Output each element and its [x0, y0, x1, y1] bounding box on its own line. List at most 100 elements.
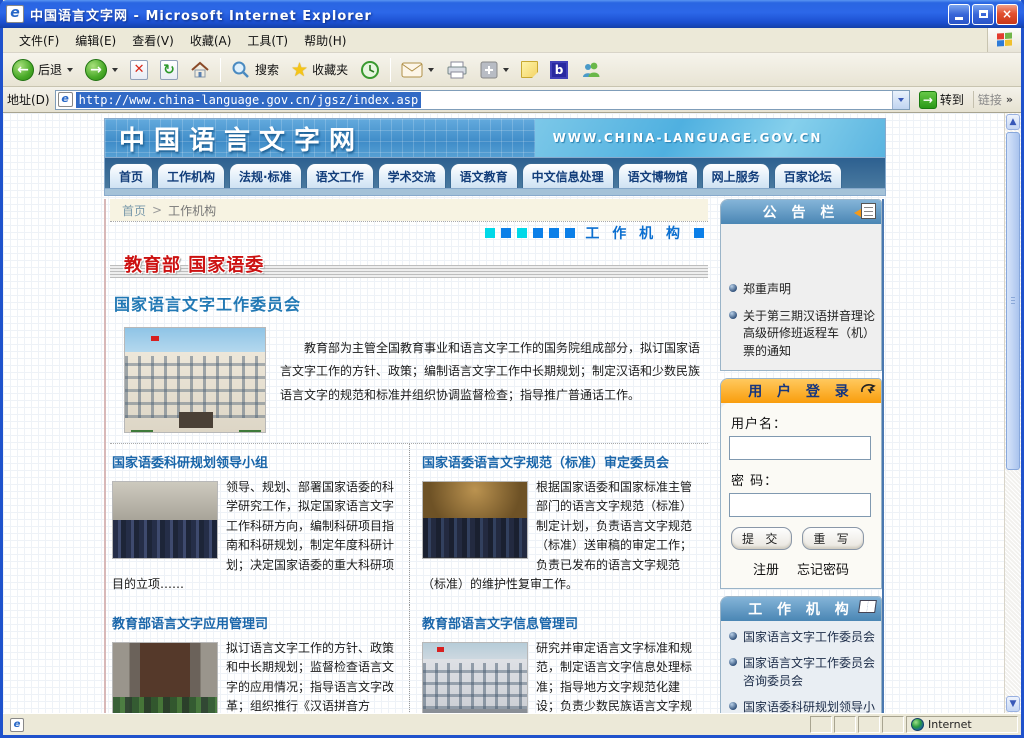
vertical-scrollbar[interactable]: ▲ ▼ — [1004, 113, 1021, 713]
password-input[interactable] — [729, 493, 871, 517]
org-title[interactable]: 教育部语言文字应用管理司 — [112, 613, 399, 632]
tab-regulations[interactable]: 法规·标准 — [229, 163, 302, 188]
mail-button[interactable] — [396, 60, 439, 80]
tab-info-processing[interactable]: 中文信息处理 — [522, 163, 614, 188]
search-button[interactable]: 搜索 — [226, 58, 284, 82]
photo-standards-committee — [422, 481, 528, 559]
stop-button[interactable]: ✕ — [125, 58, 153, 82]
scrollbar-thumb[interactable] — [1006, 132, 1020, 470]
tab-online-service[interactable]: 网上服务 — [702, 163, 770, 188]
forgot-password-link[interactable]: 忘记密码 — [797, 559, 849, 578]
org-cell: 教育部语言文字信息管理司 研究并审定语言文字标准和规范，制定语言文字信息处理标准… — [409, 605, 708, 713]
sidebar: 公 告 栏 郑重声明 关于第三期汉语拼音理论高级研修班返 — [720, 199, 884, 713]
heading-ministry: 教育部 国家语委 — [110, 251, 708, 281]
submit-button[interactable]: 提 交 — [731, 527, 792, 550]
announcement-item[interactable]: 郑重声明 — [729, 281, 875, 298]
mail-dropdown-icon[interactable] — [428, 68, 434, 72]
org-link[interactable]: 国家语言文字工作委员会 — [729, 629, 875, 646]
close-button[interactable]: × — [996, 4, 1018, 25]
home-button[interactable] — [185, 58, 215, 82]
favorites-star-icon: ★ — [291, 61, 308, 79]
scroll-up-button[interactable]: ▲ — [1006, 114, 1020, 130]
tab-museum[interactable]: 语文博物馆 — [618, 163, 698, 188]
notes-button[interactable] — [516, 59, 543, 80]
status-cell — [834, 716, 856, 733]
org-link[interactable]: 国家语言文字工作委员会咨询委员会 — [729, 655, 875, 690]
menu-file[interactable]: 文件(F) — [11, 29, 67, 52]
org-title[interactable]: 国家语委语言文字规范（标准）审定委员会 — [422, 452, 698, 471]
tab-home[interactable]: 首页 — [109, 163, 153, 188]
address-url[interactable]: http://www.china-language.gov.cn/jgsz/in… — [76, 92, 422, 108]
standard-toolbar: ← 后退 → ✕ ↻ 搜索 ★ 收藏夹 — [3, 53, 1021, 87]
main-content: 首页 > 工作机构 工 作 机 构 — [104, 199, 708, 713]
history-button[interactable] — [355, 58, 385, 82]
announcements-panel: 公 告 栏 郑重声明 关于第三期汉语拼音理论高级研修班返 — [720, 199, 882, 371]
announcement-icon — [861, 203, 876, 219]
menu-favorites[interactable]: 收藏(A) — [182, 29, 240, 52]
bullet-icon — [729, 702, 737, 710]
menu-help[interactable]: 帮助(H) — [296, 29, 354, 52]
back-icon: ← — [12, 59, 34, 81]
tab-forum[interactable]: 百家论坛 — [774, 163, 842, 188]
breadcrumb-current: 工作机构 — [168, 202, 216, 219]
login-hand-icon — [860, 382, 876, 396]
breadcrumb-home[interactable]: 首页 — [122, 202, 146, 219]
organizations-header: 工 作 机 构 — [721, 597, 881, 621]
forward-button[interactable]: → — [80, 57, 123, 83]
tab-academic[interactable]: 学术交流 — [378, 163, 446, 188]
tab-language-work[interactable]: 语文工作 — [306, 163, 374, 188]
webpage: 中国语言文字网 WWW.CHINA-LANGUAGE.GOV.CN 首页 工作机… — [104, 118, 886, 713]
page-viewport: 中国语言文字网 WWW.CHINA-LANGUAGE.GOV.CN 首页 工作机… — [3, 113, 1021, 713]
marker-square — [694, 228, 704, 238]
tab-education[interactable]: 语文教育 — [450, 163, 518, 188]
favorites-button[interactable]: ★ 收藏夹 — [286, 59, 353, 81]
forward-dropdown-icon[interactable] — [112, 68, 118, 72]
breadcrumb: 首页 > 工作机构 — [110, 199, 708, 221]
photo-research-group — [112, 481, 218, 559]
org-row-2: 教育部语言文字应用管理司 拟订语言文字工作的方针、政策和中长期规划；监督检查语言… — [110, 605, 708, 713]
links-bar[interactable]: 链接 » — [973, 91, 1017, 108]
edit-dropdown-icon[interactable] — [503, 68, 509, 72]
password-label: 密 码： — [731, 470, 873, 489]
back-button[interactable]: ← 后退 — [7, 57, 78, 83]
org-title[interactable]: 国家语委科研规划领导小组 — [112, 452, 399, 471]
print-icon — [446, 61, 468, 79]
toolbar-separator — [220, 58, 221, 82]
blue-b-button[interactable]: b — [545, 59, 573, 81]
minimize-button[interactable] — [948, 4, 970, 25]
site-nav: 首页 工作机构 法规·标准 语文工作 学术交流 语文教育 中文信息处理 语文博物… — [104, 158, 886, 189]
announcement-item[interactable]: 关于第三期汉语拼音理论高级研修班返程车（机）票的通知 — [729, 308, 875, 360]
refresh-button[interactable]: ↻ — [155, 58, 183, 82]
reset-button[interactable]: 重 写 — [802, 527, 863, 550]
home-icon — [190, 60, 210, 80]
address-input[interactable]: e http://www.china-language.gov.cn/jgsz/… — [55, 90, 910, 110]
links-chevron-icon[interactable]: » — [1006, 93, 1013, 106]
go-button[interactable]: → 转到 — [915, 90, 968, 110]
login-panel: 用 户 登 录 用户名： 密 码： 提 交 重 写 — [720, 378, 882, 589]
messenger-button[interactable] — [575, 59, 607, 81]
login-header: 用 户 登 录 — [721, 379, 881, 403]
menu-tools[interactable]: 工具(T) — [239, 29, 296, 52]
maximize-button[interactable] — [972, 4, 994, 25]
committee-title[interactable]: 国家语言文字工作委员会 — [114, 291, 708, 315]
org-title[interactable]: 教育部语言文字信息管理司 — [422, 613, 698, 632]
edit-button[interactable] — [475, 59, 514, 81]
edit-icon — [480, 61, 498, 79]
site-logo: 中国语言文字网 — [119, 120, 364, 157]
address-dropdown-button[interactable] — [892, 91, 909, 109]
status-cell — [810, 716, 832, 733]
marker-square — [549, 228, 559, 238]
menu-view[interactable]: 查看(V) — [124, 29, 182, 52]
marker-square — [565, 228, 575, 238]
scroll-down-button[interactable]: ▼ — [1006, 696, 1020, 712]
internet-globe-icon — [911, 718, 924, 731]
username-input[interactable] — [729, 436, 871, 460]
page-ie-icon: e — [58, 92, 73, 107]
menu-edit[interactable]: 编辑(E) — [67, 29, 124, 52]
tab-organizations[interactable]: 工作机构 — [157, 163, 225, 188]
back-dropdown-icon[interactable] — [67, 68, 73, 72]
org-link[interactable]: 国家语委科研规划领导小组 — [729, 699, 875, 713]
photo-application-dept — [112, 642, 218, 713]
register-link[interactable]: 注册 — [753, 559, 779, 578]
print-button[interactable] — [441, 59, 473, 81]
